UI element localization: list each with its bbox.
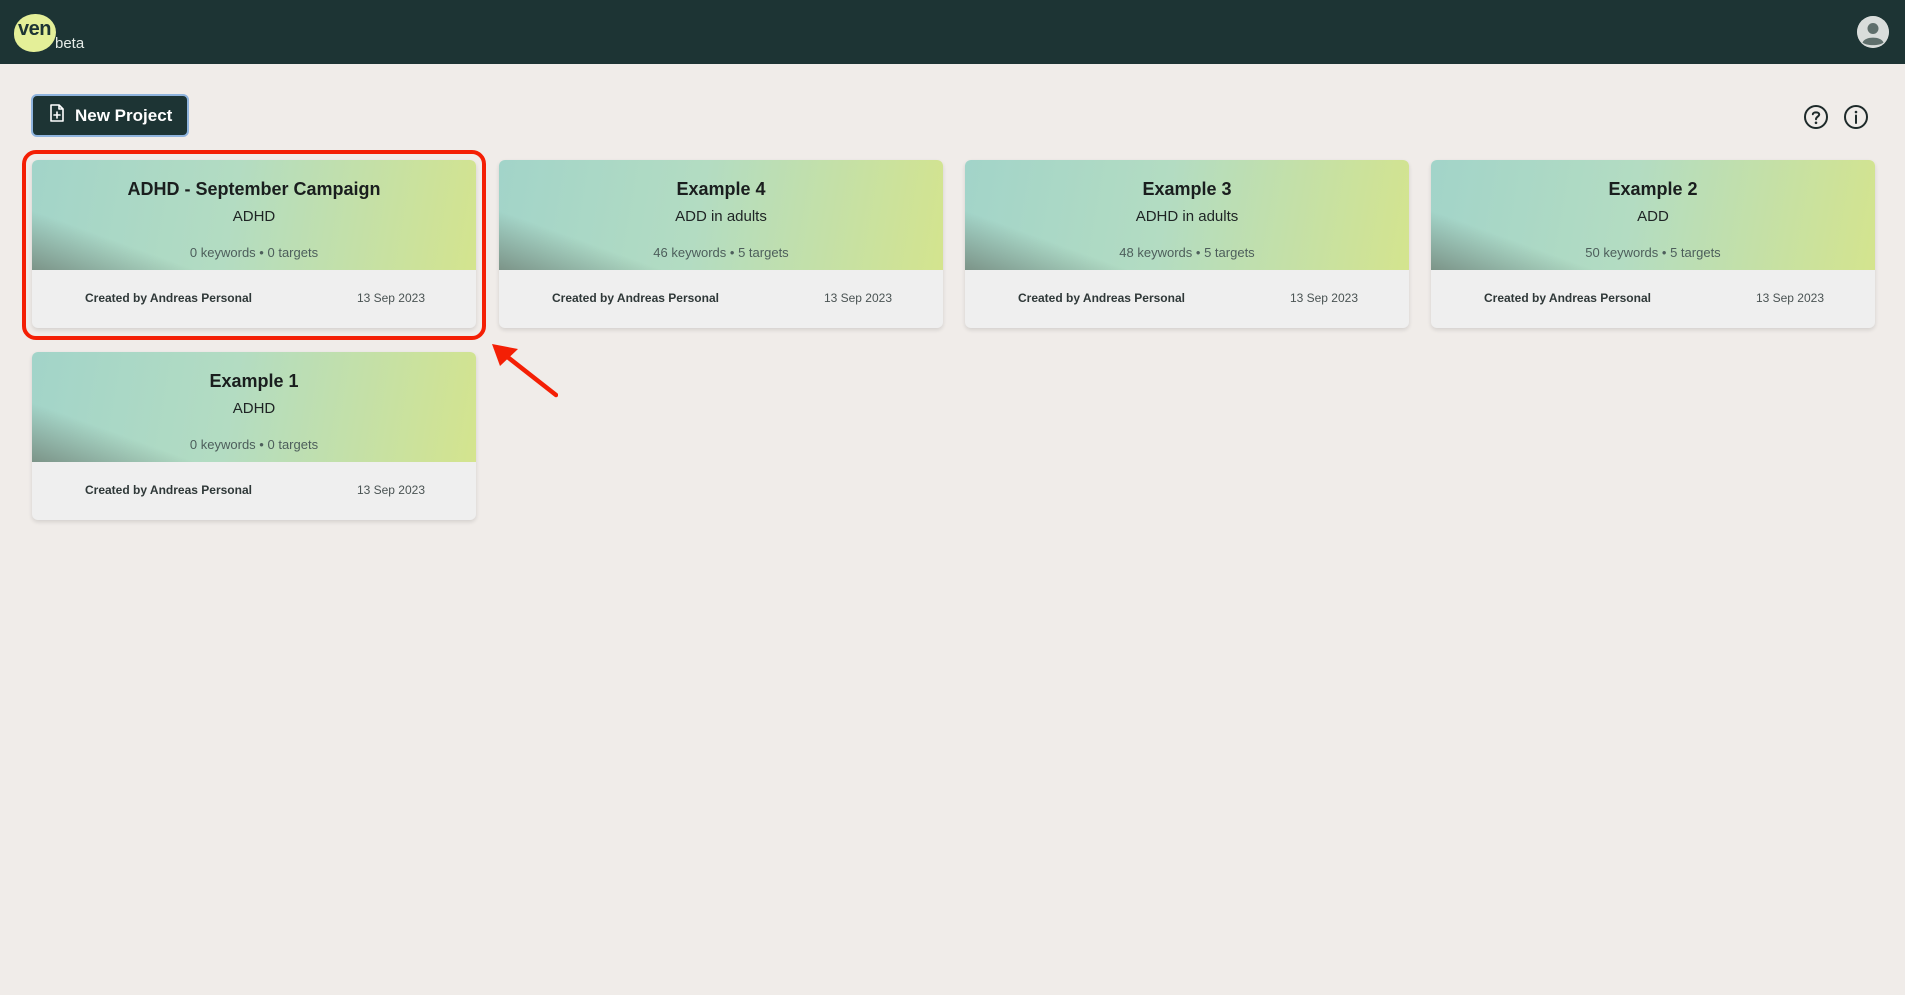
keyword-count: 50 keywords [1585,245,1659,260]
project-title: Example 3 [1142,179,1232,199]
stats-separator: • [259,245,264,260]
target-count: 5 targets [1670,245,1721,260]
question-circle-icon[interactable] [1803,104,1829,130]
annotation-arrow-icon [488,340,559,400]
project-subtitle: ADHD [232,400,276,417]
user-avatar-icon[interactable] [1857,16,1889,48]
project-stats: 46 keywords • 5 targets [499,245,943,260]
project-creator: Created by Andreas Personal [85,483,252,497]
project-creator: Created by Andreas Personal [1018,291,1185,305]
project-stats: 0 keywords • 0 targets [32,245,476,260]
project-date: 13 Sep 2023 [356,291,425,305]
new-project-button[interactable]: New Project [31,94,189,137]
project-card[interactable]: Example 3 ADHD in adults 48 keywords • 5… [965,160,1409,328]
project-stats: 48 keywords • 5 targets [965,245,1409,260]
top-navigation-bar: ven beta [0,0,1905,64]
project-stats: 0 keywords • 0 targets [32,437,476,452]
project-stats: 50 keywords • 5 targets [1431,245,1875,260]
project-card[interactable]: Example 4 ADD in adults 46 keywords • 5 … [499,160,943,328]
beta-label: beta [55,35,85,52]
keyword-count: 0 keywords [189,245,256,260]
new-file-icon [49,104,65,127]
project-title: Example 1 [209,371,299,391]
project-creator: Created by Andreas Personal [85,291,252,305]
keyword-count: 46 keywords [653,245,727,260]
project-title: Example 2 [1608,179,1698,199]
project-subtitle: ADD [1637,208,1669,225]
new-project-label: New Project [75,105,173,125]
project-date: 13 Sep 2023 [1755,291,1824,305]
target-count: 5 targets [738,245,789,260]
logo-text: ven [18,18,51,40]
keyword-count: 0 keywords [189,437,256,452]
project-date: 13 Sep 2023 [823,291,892,305]
project-title: Example 4 [676,179,766,199]
project-title: ADHD - September Campaign [127,179,381,199]
target-count: 0 targets [267,245,319,260]
target-count: 0 targets [267,437,319,452]
target-count: 5 targets [1204,245,1255,260]
stats-separator: • [1661,245,1667,260]
project-creator: Created by Andreas Personal [552,291,719,305]
project-date: 13 Sep 2023 [356,483,425,497]
info-circle-icon[interactable] [1843,104,1869,130]
project-subtitle: ADHD in adults [1135,208,1239,225]
project-subtitle: ADHD [232,208,276,225]
project-subtitle: ADD in adults [675,208,767,225]
project-card[interactable]: Example 1 ADHD 0 keywords • 0 targets Cr… [32,352,476,520]
project-card[interactable]: Example 2 ADD 50 keywords • 5 targets Cr… [1431,160,1875,328]
stats-separator: • [729,245,735,260]
project-creator: Created by Andreas Personal [1484,291,1651,305]
keyword-count: 48 keywords [1119,245,1193,260]
project-date: 13 Sep 2023 [1289,291,1358,305]
stats-separator: • [1195,245,1201,260]
project-card[interactable]: ADHD - September Campaign ADHD 0 keyword… [32,160,476,328]
stats-separator: • [259,437,264,452]
